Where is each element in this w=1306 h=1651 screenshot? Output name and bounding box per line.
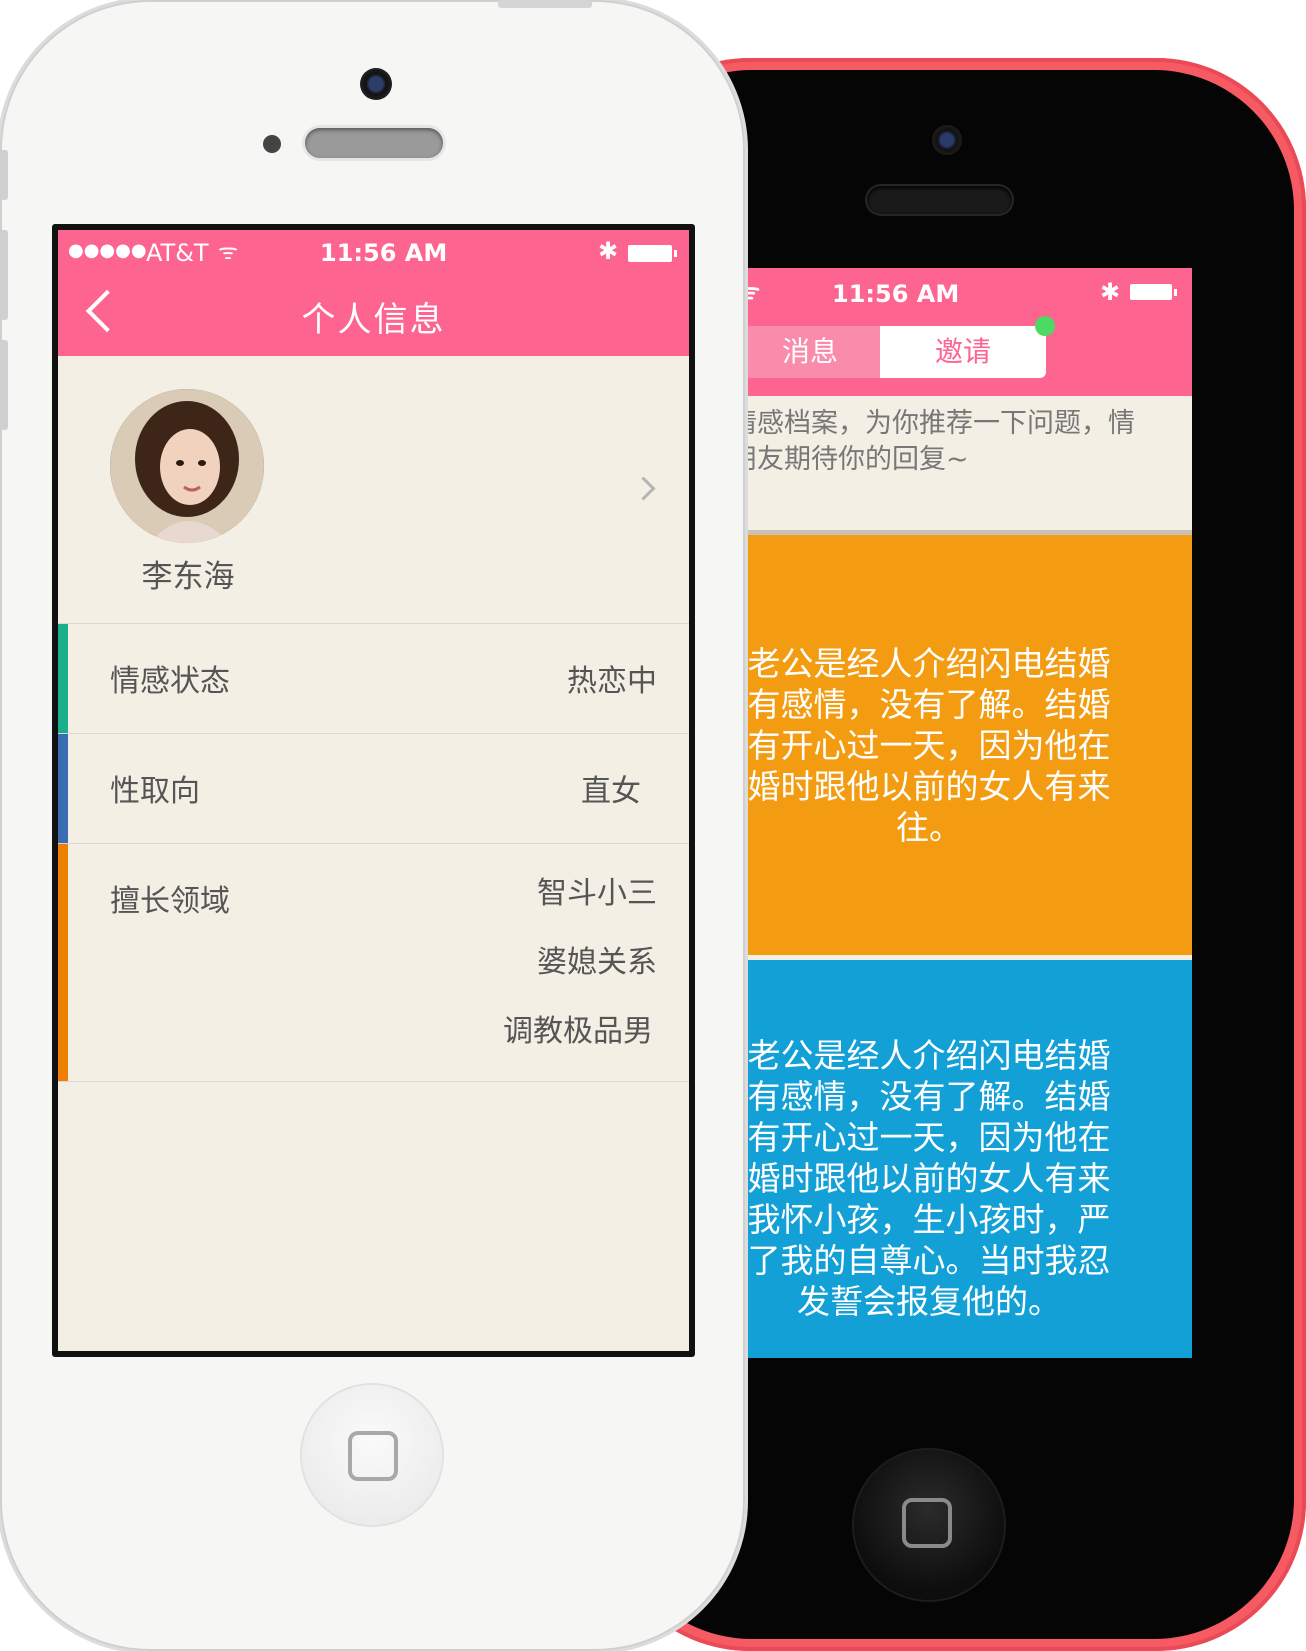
card-line: 有感情，没有了解。结婚: [747, 685, 1111, 724]
card-line: 老公是经人介绍闪电结婚: [747, 644, 1111, 683]
card-line: 老公是经人介绍闪电结婚: [747, 1036, 1111, 1075]
accent-bar-green: [58, 624, 68, 734]
page-title: 个人信息: [301, 300, 446, 340]
notification-dot: [1035, 316, 1055, 336]
row-orientation[interactable]: 性取向 直女: [58, 733, 689, 844]
front-camera-icon: [360, 68, 392, 100]
speaker-grille: [867, 186, 1012, 214]
back-phone-screen: ᯤ 11:56 AM ✱ 消息 邀请 情感档案，为你推荐一下问题，情 朋友期待你…: [740, 268, 1192, 1358]
carrier-label: AT&T: [146, 239, 209, 267]
front-phone-screen-bezel: ●●●●● AT&T ᯤ 11:56 AM ✱ 个人信息 李东海 情感状态 热恋…: [52, 224, 695, 1357]
card-text: 老公是经人介绍闪电结婚 有感情，没有了解。结婚 有开心过一天，因为他在 婚时跟他…: [740, 1035, 1128, 1322]
speaker-grille: [305, 128, 443, 158]
nav-bar: 个人信息: [58, 274, 689, 356]
row-value: 直女: [581, 774, 641, 809]
status-bar: ᯤ 11:56 AM ✱: [740, 268, 1192, 318]
wifi-icon: ᯤ: [218, 240, 239, 265]
expertise-item: 智斗小三: [537, 876, 657, 911]
question-card-blue[interactable]: 老公是经人介绍闪电结婚 有感情，没有了解。结婚 有开心过一天，因为他在 婚时跟他…: [740, 960, 1192, 1358]
question-card-orange[interactable]: 老公是经人介绍闪电结婚 有感情，没有了解。结婚 有开心过一天，因为他在 婚时跟他…: [740, 535, 1192, 955]
avatar-portrait: [110, 389, 264, 543]
profile-header[interactable]: 李东海: [58, 356, 689, 623]
status-time: 11:56 AM: [320, 239, 448, 267]
volume-down-button: [0, 340, 8, 430]
status-time: 11:56 AM: [832, 280, 960, 308]
front-phone-screen: ●●●●● AT&T ᯤ 11:56 AM ✱ 个人信息 李东海 情感状态 热恋…: [58, 230, 689, 1351]
profile-name: 李东海: [141, 559, 235, 595]
row-label: 擅长领域: [110, 884, 230, 919]
card-line: 发誓会报复他的。: [797, 1282, 1061, 1321]
proximity-sensor: [263, 135, 281, 153]
card-line: 婚时跟他以前的女人有来: [747, 1159, 1111, 1198]
card-line: 有感情，没有了解。结婚: [747, 1077, 1111, 1116]
home-square-icon: [902, 1498, 952, 1548]
accent-bar-blue: [58, 734, 68, 844]
battery-icon: [1130, 284, 1177, 300]
intro-line: 情感档案，为你推荐一下问题，情: [740, 408, 1135, 439]
expertise-item: 调教极品男: [503, 1014, 653, 1049]
avatar: [110, 389, 264, 543]
row-value: 热恋中: [567, 664, 657, 699]
mute-switch: [0, 150, 8, 200]
battery-icon: [628, 245, 677, 262]
card-line: 了我的自尊心。当时我忍: [747, 1241, 1111, 1280]
tab-invite[interactable]: 邀请: [880, 326, 1046, 378]
row-label: 情感状态: [110, 664, 230, 699]
front-phone-frame: ●●●●● AT&T ᯤ 11:56 AM ✱ 个人信息 李东海 情感状态 热恋…: [0, 0, 745, 1651]
accent-bar-orange: [58, 844, 68, 1081]
signal-icon: ●●●●●: [68, 240, 147, 261]
bluetooth-icon: ✱: [598, 237, 619, 265]
intro-line: 朋友期待你的回复~: [740, 444, 969, 475]
status-bar: ●●●●● AT&T ᯤ 11:56 AM ✱: [58, 230, 689, 274]
card-line: 我怀小孩，生小孩时，严: [747, 1200, 1111, 1239]
row-expertise[interactable]: 擅长领域 智斗小三 婆媳关系 调教极品男: [58, 843, 689, 1082]
tab-messages[interactable]: 消息: [740, 326, 880, 378]
row-label: 性取向: [110, 774, 200, 809]
intro-text: 情感档案，为你推荐一下问题，情 朋友期待你的回复~: [740, 406, 1170, 478]
chevron-right-icon: [631, 476, 656, 501]
expertise-list: 智斗小三 婆媳关系 调教极品男: [503, 876, 657, 1083]
card-text: 老公是经人介绍闪电结婚 有感情，没有了解。结婚 有开心过一天，因为他在 婚时跟他…: [740, 643, 1128, 848]
tab-bar: 消息 邀请: [740, 316, 1192, 396]
home-button[interactable]: [854, 1450, 1004, 1600]
card-line: 有开心过一天，因为他在: [747, 1118, 1111, 1157]
home-square-icon: [348, 1431, 398, 1481]
card-line: 有开心过一天，因为他在: [747, 726, 1111, 765]
volume-up-button: [0, 230, 8, 320]
row-emotional-status[interactable]: 情感状态 热恋中: [58, 623, 689, 734]
expertise-item: 婆媳关系: [537, 945, 657, 980]
card-line: 婚时跟他以前的女人有来: [747, 767, 1111, 806]
sleep-button: [498, 0, 592, 8]
card-line: 往。: [896, 808, 962, 847]
home-button[interactable]: [302, 1385, 442, 1525]
bluetooth-icon: ✱: [1100, 278, 1121, 306]
front-camera-icon: [932, 125, 962, 155]
